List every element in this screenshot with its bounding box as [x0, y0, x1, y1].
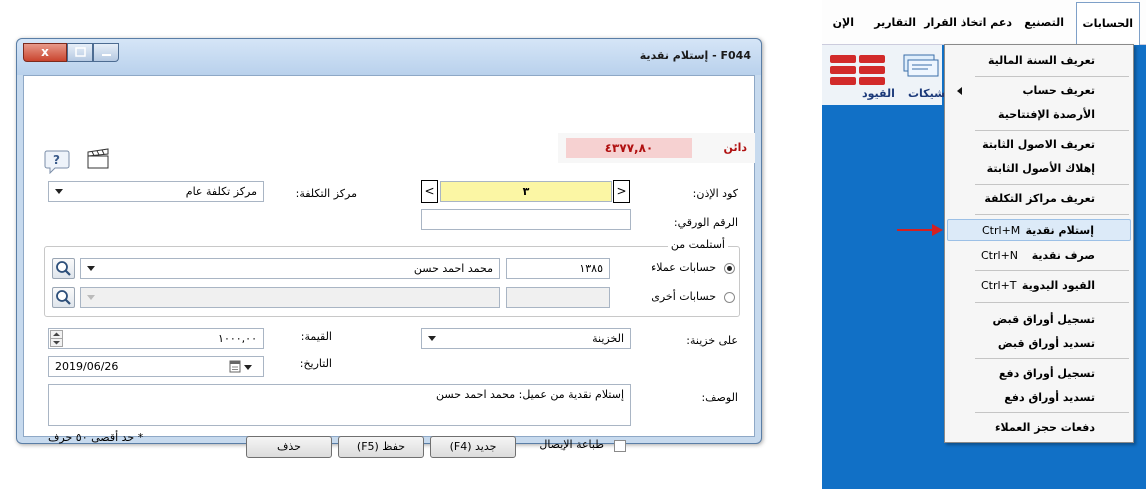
spinner-icon[interactable]	[50, 330, 64, 347]
date-label: التاريخ:	[299, 357, 332, 370]
submenu-arrow-icon	[957, 87, 962, 95]
calendar-dropdown-icon[interactable]	[229, 360, 257, 374]
menu-item-register-receivables[interactable]: تسجيل أوراق قبض	[947, 309, 1131, 331]
menu-accounts[interactable]: الحسابات	[1075, 2, 1140, 45]
date-field[interactable]: 2019/06/26	[48, 356, 264, 377]
permit-code-field[interactable]: ٣	[440, 181, 612, 202]
max-chars-note: * حد أقصى ٥٠ حرف	[48, 431, 144, 444]
cost-center-select[interactable]: مركز تكلفة عام	[48, 181, 264, 202]
search-icon	[56, 290, 71, 305]
clapperboard-icon[interactable]	[86, 148, 112, 170]
customer-search-button[interactable]	[52, 258, 75, 279]
menu-separator	[975, 130, 1129, 131]
cost-center-label: مركز التكلفة:	[295, 187, 357, 200]
customers-accounts-label: حسابات عملاء	[651, 261, 716, 274]
close-icon: x	[41, 45, 49, 59]
menu-item-customer-deposits[interactable]: دفعات حجز العملاء	[947, 417, 1131, 439]
menu-item-manual-entries[interactable]: القيود اليدوية Ctrl+T	[947, 275, 1131, 297]
maximize-button[interactable]	[67, 43, 93, 62]
credit-panel: ٤٣٧٧,٨٠ دائن	[558, 133, 755, 163]
date-value: 2019/06/26	[55, 360, 119, 373]
maximize-icon	[75, 47, 86, 57]
credit-value: ٤٣٧٧,٨٠	[566, 138, 692, 158]
menu-item-settle-payables[interactable]: تسديد أوراق دفع	[947, 387, 1131, 409]
amount-value: ١٠٠٠,٠٠	[218, 332, 257, 345]
menu-decision-support[interactable]: دعم اتخاذ القرار	[924, 16, 1012, 29]
received-from-caption: أستلمت من	[667, 238, 728, 251]
customer-name-select[interactable]: محمد احمد حسن	[80, 258, 500, 279]
chevron-down-icon	[55, 189, 63, 194]
description-field[interactable]: إستلام نقدية من عميل: محمد احمد حسن	[48, 384, 631, 426]
accounts-dropdown-menu: تعريف السنة المالية تعريف حساب الأرصدة ا…	[944, 44, 1134, 443]
minimize-button[interactable]	[93, 43, 119, 62]
menu-item-fiscal-year[interactable]: تعريف السنة المالية	[947, 50, 1131, 72]
toolbar: القيود لشيكات	[822, 45, 949, 105]
journal-entries-icon[interactable]	[828, 53, 888, 87]
print-receipt-checkbox[interactable]	[614, 440, 626, 452]
menu-manufacturing[interactable]: التصنيع	[1024, 16, 1064, 29]
menu-item-register-payables[interactable]: تسجيل أوراق دفع	[947, 363, 1131, 385]
cash-receipt-window: F044 - إستلام نقدية x ? ٤٣٧٧,٨٠ دائن كود…	[16, 38, 762, 458]
red-arrow-icon	[897, 224, 943, 236]
other-accounts-label: حسابات أخرى	[651, 290, 716, 303]
main-menubar: الحسابات التصنيع دعم اتخاذ القرار التقار…	[822, 0, 1146, 45]
menu-separator	[975, 302, 1129, 303]
menu-separator	[975, 270, 1129, 271]
paper-number-label: الرقم الورقي:	[673, 216, 738, 229]
search-icon	[56, 261, 71, 276]
customer-code-field[interactable]: ١٣٨٥	[506, 258, 610, 279]
menu-separator	[975, 214, 1129, 215]
window-title: F044 - إستلام نقدية	[639, 49, 751, 62]
treasury-select[interactable]: الخزينة	[421, 328, 631, 349]
menu-separator	[975, 76, 1129, 77]
credit-label: دائن	[723, 141, 747, 154]
customer-name-value: محمد احمد حسن	[413, 262, 493, 275]
minimize-icon	[102, 54, 111, 56]
help-icon[interactable]: ?	[44, 148, 72, 174]
customers-accounts-radio[interactable]	[724, 263, 735, 274]
new-button[interactable]: جديد (F4)	[430, 436, 516, 458]
menu-item-define-account[interactable]: تعريف حساب	[947, 80, 1131, 102]
description-label: الوصف:	[701, 391, 738, 404]
print-receipt-label: طباعة الإيصال	[539, 438, 604, 451]
journal-entries-caption: القيود	[862, 87, 895, 100]
close-button[interactable]: x	[23, 43, 67, 62]
menu-item-cash-payment[interactable]: صرف نقدية Ctrl+N	[947, 245, 1131, 267]
treasury-value: الخزينة	[592, 332, 624, 345]
menu-item-depreciation[interactable]: إهلاك الأصول الثابتة	[947, 158, 1131, 180]
prev-record-button[interactable]: <	[421, 180, 438, 203]
amount-label: القيمة:	[300, 330, 332, 343]
menu-item-fixed-assets[interactable]: تعريف الاصول الثابتة	[947, 134, 1131, 156]
svg-text:?: ?	[53, 153, 60, 167]
menu-separator	[975, 358, 1129, 359]
paper-number-field[interactable]	[421, 209, 631, 230]
amount-field[interactable]: ١٠٠٠,٠٠	[48, 328, 264, 349]
delete-button[interactable]: حذف	[246, 436, 332, 458]
chevron-down-icon	[87, 295, 95, 300]
chevron-down-icon	[87, 266, 95, 271]
chevron-down-icon	[428, 336, 436, 341]
window-titlebar[interactable]: F044 - إستلام نقدية x	[17, 39, 761, 75]
menu-reports[interactable]: التقارير	[874, 16, 916, 29]
other-account-select[interactable]	[80, 287, 500, 308]
other-code-field[interactable]	[506, 287, 610, 308]
next-record-button[interactable]: >	[613, 180, 630, 203]
menu-separator	[975, 184, 1129, 185]
menu-item-cash-receipt[interactable]: إستلام نقدية Ctrl+M	[947, 219, 1131, 241]
menu-item-opening-balances[interactable]: الأرصدة الإفتتاحية	[947, 104, 1131, 126]
menu-separator	[975, 412, 1129, 413]
permit-code-label: كود الإذن:	[692, 187, 738, 200]
cost-center-value: مركز تكلفة عام	[185, 185, 257, 198]
other-accounts-radio[interactable]	[724, 292, 735, 303]
window-body: ? ٤٣٧٧,٨٠ دائن كود الإذن: > ٣ < الرقم ال…	[23, 75, 755, 458]
treasury-label: على خزينة:	[686, 334, 738, 347]
menu-more[interactable]: الإن	[833, 16, 854, 29]
menu-item-settle-receivables[interactable]: تسديد أوراق قبض	[947, 333, 1131, 355]
menu-item-cost-centers[interactable]: تعريف مراكز التكلفة	[947, 188, 1131, 210]
save-button[interactable]: حفظ (F5)	[338, 436, 424, 458]
other-search-button[interactable]	[52, 287, 75, 308]
cheques-icon[interactable]	[902, 53, 942, 83]
